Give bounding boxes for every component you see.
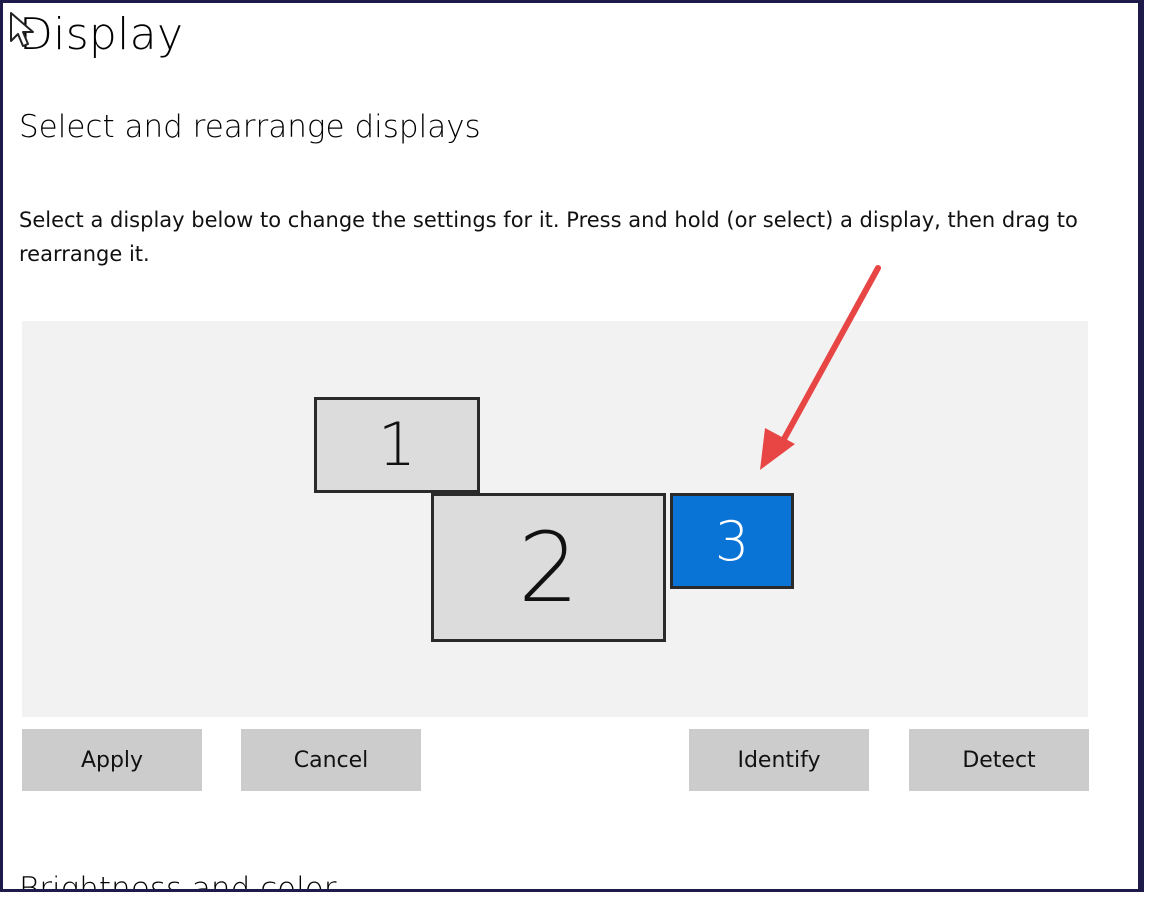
next-section-title: Brightness and color <box>19 871 337 892</box>
page-title: Display <box>19 9 184 60</box>
display-3-label: 3 <box>714 509 750 573</box>
display-1-label: 1 <box>377 410 417 480</box>
display-arrangement-area[interactable]: 1 2 3 <box>22 321 1088 717</box>
detect-button[interactable]: Detect <box>909 729 1089 791</box>
apply-button[interactable]: Apply <box>22 729 202 791</box>
cancel-button[interactable]: Cancel <box>241 729 421 791</box>
section-title: Select and rearrange displays <box>19 109 481 145</box>
identify-button[interactable]: Identify <box>689 729 869 791</box>
display-2-label: 2 <box>517 511 580 624</box>
settings-window: Display Select and rearrange displays Se… <box>0 0 1144 892</box>
display-3[interactable]: 3 <box>670 493 794 589</box>
display-1[interactable]: 1 <box>314 397 480 493</box>
section-description: Select a display below to change the set… <box>19 208 1078 266</box>
mouse-pointer-icon <box>10 12 34 47</box>
display-2[interactable]: 2 <box>431 493 666 642</box>
